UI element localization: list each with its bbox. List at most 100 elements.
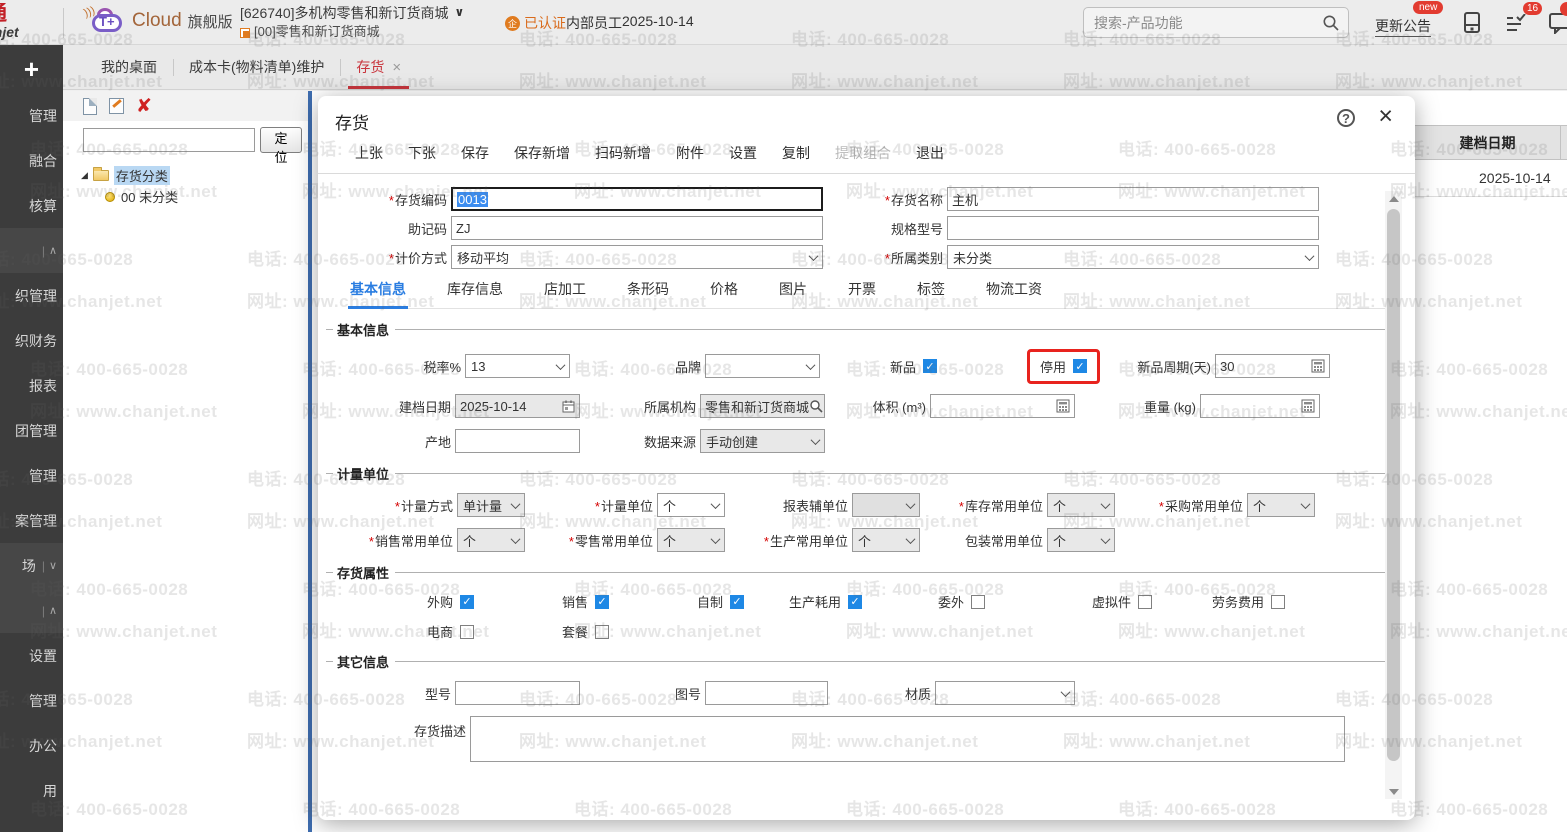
sidebar-item-1[interactable]: 融合 <box>0 138 63 183</box>
brand-select[interactable] <box>705 354 820 378</box>
sidebar-item-13[interactable]: 管理 <box>0 678 63 723</box>
create-date-input[interactable]: 2025-10-14 <box>455 394 580 418</box>
scrollbar-thumb[interactable] <box>1387 209 1400 761</box>
grid-data-row[interactable]: 2025-10-14 <box>1415 160 1567 197</box>
unit-select[interactable]: 个 <box>457 528 525 552</box>
unit-select[interactable]: 个 <box>852 528 920 552</box>
unchecked-checkbox[interactable] <box>595 624 609 639</box>
inner-tab-6[interactable]: 开票 <box>846 273 878 308</box>
sidebar-item-6[interactable]: 报表 <box>0 363 63 408</box>
toolbar-0[interactable]: 上张 <box>355 143 383 163</box>
device-icon[interactable] <box>1462 12 1482 37</box>
toolbar-3[interactable]: 保存新增 <box>514 143 570 163</box>
sidebar-item-12[interactable]: 设置 <box>0 633 63 678</box>
pricing-method-select[interactable]: 移动平均 <box>451 245 823 269</box>
sidebar-item-15[interactable]: 用 <box>0 768 63 813</box>
inventory-code-input[interactable]: 0013 <box>451 187 823 211</box>
calculator-icon[interactable] <box>1311 359 1325 373</box>
unchecked-checkbox[interactable] <box>971 594 985 609</box>
inner-tab-2[interactable]: 店加工 <box>542 273 588 308</box>
toolbar-9[interactable]: 退出 <box>916 143 944 163</box>
checked-checkbox[interactable]: ✓ <box>730 594 744 609</box>
new-category-icon[interactable] <box>83 97 97 115</box>
inner-tab-7[interactable]: 标签 <box>915 273 947 308</box>
new-product-checkbox[interactable]: ✓ <box>923 359 937 373</box>
edit-category-icon[interactable] <box>109 98 124 114</box>
scroll-down-icon[interactable] <box>1385 785 1402 799</box>
inner-tab-0[interactable]: 基本信息 <box>348 273 408 309</box>
unchecked-checkbox[interactable] <box>1271 594 1285 609</box>
volume-input[interactable] <box>930 394 1075 418</box>
unchecked-checkbox[interactable] <box>460 624 474 639</box>
unit-select[interactable]: 个 <box>657 493 725 517</box>
toolbar-4[interactable]: 扫码新增 <box>595 143 651 163</box>
sidebar-item-5[interactable]: 织财务 <box>0 318 63 363</box>
tree-child-node[interactable]: 00 未分类 <box>105 186 308 207</box>
unit-select[interactable]: 个 <box>1047 493 1115 517</box>
help-icon[interactable]: ? <box>1337 109 1355 127</box>
data-source-select[interactable]: 手动创建 <box>700 429 825 453</box>
drawing-input[interactable] <box>705 681 828 705</box>
inventory-name-input[interactable]: 主机 <box>947 187 1319 211</box>
toolbar-2[interactable]: 保存 <box>461 143 489 163</box>
calculator-icon[interactable] <box>1301 399 1315 413</box>
modal-scrollbar[interactable] <box>1385 191 1402 799</box>
tab-2[interactable]: 存货 × <box>340 45 417 89</box>
magnifier-icon[interactable] <box>809 399 823 413</box>
category-select[interactable]: 未分类 <box>947 245 1319 269</box>
weight-input[interactable] <box>1200 394 1320 418</box>
tree-child-label[interactable]: 00 未分类 <box>121 187 178 206</box>
chevron-up-icon[interactable]: ∧ <box>49 604 57 617</box>
origin-input[interactable] <box>455 429 580 453</box>
inner-tab-5[interactable]: 图片 <box>777 273 809 308</box>
checked-checkbox[interactable]: ✓ <box>595 594 609 609</box>
close-tab-icon[interactable]: × <box>392 59 401 76</box>
grid-col-date[interactable]: 建档日期 <box>1415 126 1561 159</box>
sidebar-item-9[interactable]: 案管理 <box>0 498 63 543</box>
unit-select[interactable]: 单计量 <box>457 493 525 517</box>
scroll-up-icon[interactable] <box>1385 191 1402 205</box>
update-notice-link[interactable]: 更新公告 <box>1375 16 1431 37</box>
inner-tab-1[interactable]: 库存信息 <box>445 273 505 308</box>
sidebar-item-11[interactable]: | ∧ <box>0 588 63 633</box>
sidebar-item-3[interactable]: | ∧ <box>0 228 63 273</box>
inner-tab-4[interactable]: 价格 <box>708 273 740 308</box>
spec-input[interactable] <box>947 216 1319 240</box>
tax-rate-select[interactable]: 13 <box>465 354 570 378</box>
sidebar-item-7[interactable]: 团管理 <box>0 408 63 453</box>
sidebar-item-4[interactable]: 织管理 <box>0 273 63 318</box>
material-select[interactable] <box>935 681 1075 705</box>
global-search[interactable] <box>1083 7 1349 38</box>
todo-list-icon[interactable] <box>1505 13 1529 37</box>
toolbar-5[interactable]: 附件 <box>676 143 704 163</box>
tree-root-node[interactable]: ◢ 存货分类 <box>81 165 308 186</box>
sidebar-item-2[interactable]: 核算 <box>0 183 63 228</box>
inner-tab-3[interactable]: 条形码 <box>625 273 671 308</box>
grid-col-order[interactable]: 订货策 <box>1561 126 1567 159</box>
tree-root-label[interactable]: 存货分类 <box>113 166 170 185</box>
description-textarea[interactable] <box>470 716 1345 762</box>
tree-search-input[interactable] <box>83 128 255 152</box>
mnemonic-input[interactable]: ZJ <box>451 216 823 240</box>
unit-select[interactable]: 个 <box>657 528 725 552</box>
new-cycle-input[interactable]: 30 <box>1215 354 1330 378</box>
unchecked-checkbox[interactable] <box>1138 594 1152 609</box>
panel-divider[interactable] <box>308 91 312 832</box>
org-input[interactable]: 零售和新订货商城 <box>700 394 825 418</box>
delete-category-icon[interactable]: ✘ <box>136 96 152 116</box>
search-icon[interactable] <box>1322 14 1340 32</box>
checked-checkbox[interactable]: ✓ <box>460 594 474 609</box>
sidebar-item-10[interactable]: 场 | ∨ <box>0 543 63 588</box>
search-input[interactable] <box>1092 13 1322 32</box>
stop-use-checkbox[interactable]: ✓ <box>1073 359 1087 373</box>
account-switcher[interactable]: [626740]多机构零售和新订货商城 ∨ [00]零售和新订货商城 <box>240 3 464 42</box>
inner-tab-8[interactable]: 物流工资 <box>984 273 1044 308</box>
sidebar-item-8[interactable]: 管理 <box>0 453 63 498</box>
unit-select[interactable]: 个 <box>1047 528 1115 552</box>
chevron-down-icon[interactable]: ∨ <box>455 4 465 21</box>
toolbar-7[interactable]: 复制 <box>782 143 810 163</box>
sidebar-item-0[interactable]: 管理 <box>0 93 63 138</box>
calendar-icon[interactable] <box>562 400 575 413</box>
tree-expander-icon[interactable]: ◢ <box>81 170 88 181</box>
toolbar-6[interactable]: 设置 <box>729 143 757 163</box>
